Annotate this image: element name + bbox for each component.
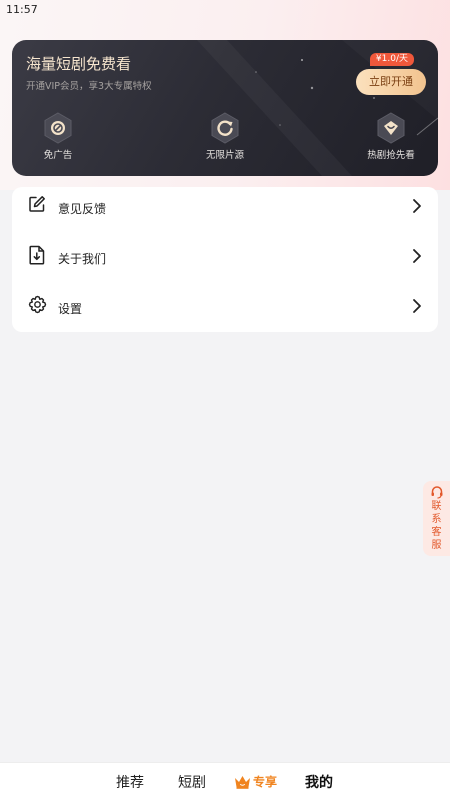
chevron-right-icon [413,199,421,213]
edit-icon [29,196,45,212]
chevron-right-icon [413,299,421,313]
nav-tab-recommend[interactable]: 推荐 [116,772,144,792]
perk-label: 免广告 [43,150,73,161]
open-vip-button[interactable]: 立即开通 [356,69,426,95]
vip-membership-card[interactable]: 海量短剧免费看 开通VIP会员，享3大专属特权 ¥1.0/天 立即开通 免广告 … [12,40,438,176]
vip-card-subtitle: 开通VIP会员，享3大专属特权 [26,81,152,92]
menu-item-feedback[interactable]: 意见反馈 [12,183,438,233]
chevron-right-icon [413,249,421,263]
menu-item-settings[interactable]: 设置 [12,283,438,333]
nav-tab-short-drama[interactable]: 短剧 [178,772,206,792]
perk-no-ads: 免广告 [13,112,103,161]
no-ads-icon [44,112,72,144]
status-time: 11:57 [6,3,38,16]
vip-card-title: 海量短剧免费看 [26,55,132,73]
gear-icon [28,295,47,314]
crown-icon [235,775,250,789]
perk-unlimited-sources: 无限片源 [180,112,270,161]
nav-tab-mine[interactable]: 我的 [305,772,333,792]
nav-tab-exclusive-label: 专享 [253,775,278,789]
perk-label: 热剧抢先看 [367,150,415,161]
contact-service-label: 联系客服 [431,501,442,551]
price-badge: ¥1.0/天 [369,53,414,66]
refresh-icon [211,112,239,144]
perk-early-access: 热剧抢先看 [346,112,436,161]
perk-label: 无限片源 [205,150,244,161]
headset-icon [431,486,442,499]
menu-item-label: 设置 [58,301,83,316]
menu-item-about[interactable]: 关于我们 [12,233,438,283]
document-icon [29,245,45,265]
menu-item-label: 关于我们 [58,251,107,266]
status-bar: 11:57 [0,0,450,20]
heart-badge-icon [377,112,405,144]
menu-item-label: 意见反馈 [58,201,107,216]
bottom-navigation: 推荐 短剧 专享 我的 [0,762,450,800]
contact-service-button[interactable]: 联系客服 [423,481,450,556]
menu-list: 意见反馈 关于我们 设置 [12,187,438,332]
nav-tab-exclusive[interactable]: 专享 [234,773,277,790]
